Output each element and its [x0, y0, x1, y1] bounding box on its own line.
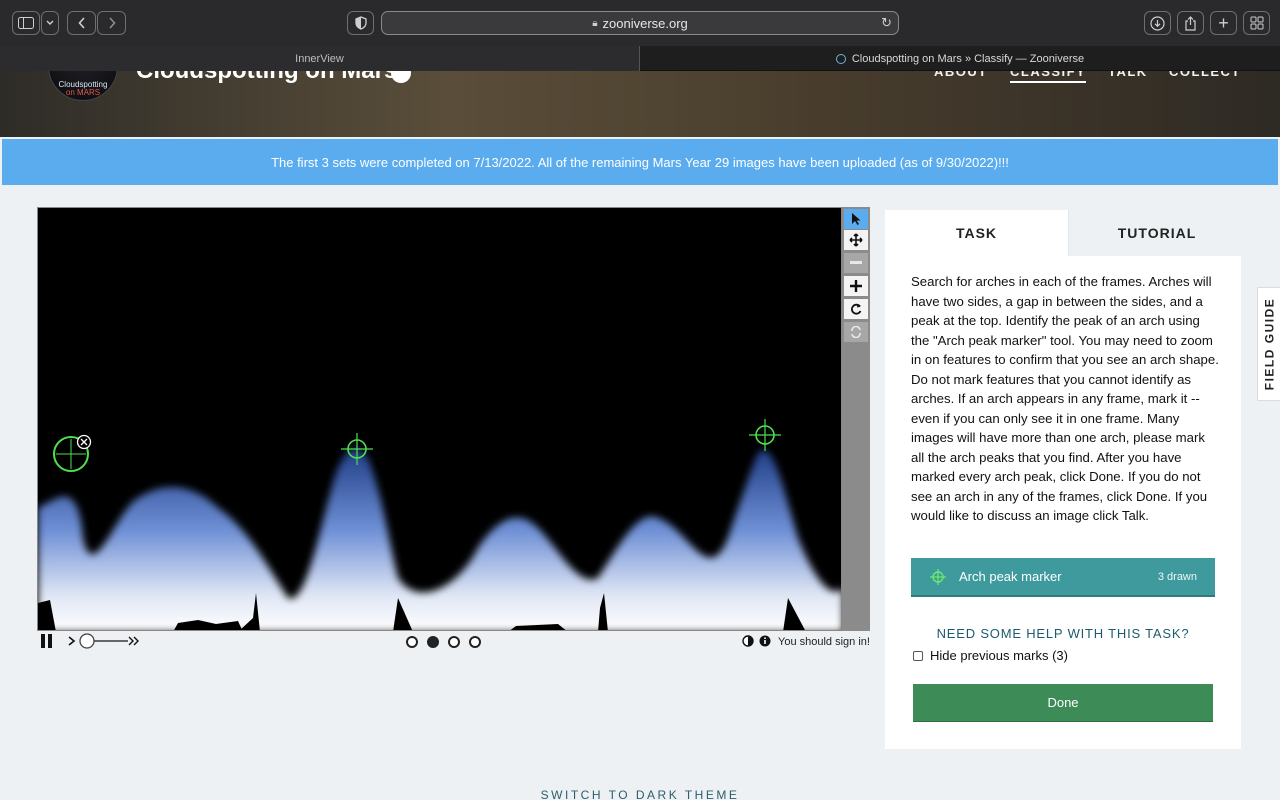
field-guide-tab[interactable]: FIELD GUIDE	[1257, 287, 1280, 401]
done-button[interactable]: Done	[913, 684, 1213, 722]
pointer-icon[interactable]	[844, 209, 868, 229]
announcement-banner: The first 3 sets were completed on 7/13/…	[2, 139, 1278, 185]
reset-icon[interactable]	[844, 322, 868, 342]
tab-zooniverse[interactable]: Cloudspotting on Mars » Classify — Zooni…	[640, 46, 1280, 71]
playback-controls	[40, 633, 140, 651]
crosshair-marker-icon[interactable]	[51, 433, 99, 475]
nav-about[interactable]: ABOUT	[934, 71, 988, 79]
browser-toolbar: 🔒︎ zooniverse.org ↻ +	[0, 0, 1280, 46]
viewer-toolbar	[842, 207, 870, 631]
sidebar-toggle-icon[interactable]	[12, 11, 40, 35]
back-button[interactable]	[67, 11, 96, 35]
checkbox[interactable]	[913, 650, 923, 661]
download-icon[interactable]	[1144, 11, 1171, 35]
frame-dot-1[interactable]	[406, 636, 418, 648]
sign-in-notice[interactable]: You should sign in!	[778, 636, 870, 648]
forward-button[interactable]	[97, 11, 126, 35]
hide-marks-label: Hide previous marks (3)	[930, 648, 1068, 663]
chevron-down-icon[interactable]	[41, 11, 59, 35]
crosshair-marker-icon[interactable]	[339, 431, 375, 467]
tab-overview-icon[interactable]	[1243, 11, 1270, 35]
logo-text-2: on MARS	[65, 88, 101, 97]
info-icon	[759, 635, 771, 647]
zoom-in-icon[interactable]	[844, 276, 868, 296]
url-text: zooniverse.org	[602, 15, 688, 31]
new-tab-icon[interactable]: +	[1210, 11, 1237, 35]
task-panel: TASK TUTORIAL Search for arches in each …	[885, 210, 1245, 749]
tool-count: 3 drawn	[1157, 570, 1197, 583]
address-bar[interactable]: 🔒︎ zooniverse.org ↻	[381, 11, 899, 35]
zooniverse-icon	[835, 53, 846, 64]
pause-icon	[41, 634, 52, 648]
nav-collect[interactable]: COLLECT	[1169, 71, 1241, 79]
zoom-out-icon[interactable]	[844, 253, 868, 273]
tab-title: InnerView	[295, 52, 344, 65]
move-icon[interactable]	[844, 230, 868, 250]
help-link[interactable]: NEED SOME HELP WITH THIS TASK?	[885, 626, 1241, 641]
share-icon[interactable]	[1177, 11, 1204, 35]
task-instructions: Search for arches in each of the frames.…	[911, 274, 1219, 523]
hide-marks-checkbox[interactable]: Hide previous marks (3)	[913, 648, 1068, 663]
tab-task[interactable]: TASK	[885, 210, 1068, 256]
tool-name: Arch peak marker	[959, 569, 1062, 584]
nav-talk[interactable]: TALK	[1108, 71, 1148, 79]
project-title[interactable]: Cloudspotting on Mars	[136, 71, 397, 85]
reload-icon[interactable]: ↻	[881, 15, 892, 31]
frame-dot-4[interactable]	[469, 636, 481, 648]
tab-bar: InnerView Cloudspotting on Mars » Classi…	[0, 46, 1280, 71]
frame-dot-3[interactable]	[448, 636, 460, 648]
contrast-icon	[742, 635, 754, 647]
project-logo[interactable]: Cloudspotting on MARS	[48, 71, 118, 101]
project-header: Cloudspottingon MARS Cloudspotting on Ma…	[0, 71, 1280, 137]
nav-classify[interactable]: CLASSIFY	[1010, 71, 1087, 83]
tab-innerview[interactable]: InnerView	[0, 46, 640, 71]
dark-theme-toggle[interactable]: SWITCH TO DARK THEME	[0, 788, 1280, 800]
field-guide-label: FIELD GUIDE	[1262, 297, 1277, 391]
lock-icon: 🔒︎	[592, 17, 598, 29]
subject-image[interactable]	[37, 207, 842, 631]
rotate-icon[interactable]	[844, 299, 868, 319]
arch-peak-marker-tool[interactable]: Arch peak marker 3 drawn	[911, 558, 1215, 597]
shield-icon[interactable]	[347, 11, 374, 35]
crosshair-marker-icon[interactable]	[747, 417, 783, 453]
frame-dot-2[interactable]	[427, 636, 439, 648]
crosshair-icon	[930, 568, 946, 585]
tab-tutorial[interactable]: TUTORIAL	[1068, 210, 1245, 256]
tab-title: Cloudspotting on Mars » Classify — Zooni…	[851, 52, 1085, 65]
